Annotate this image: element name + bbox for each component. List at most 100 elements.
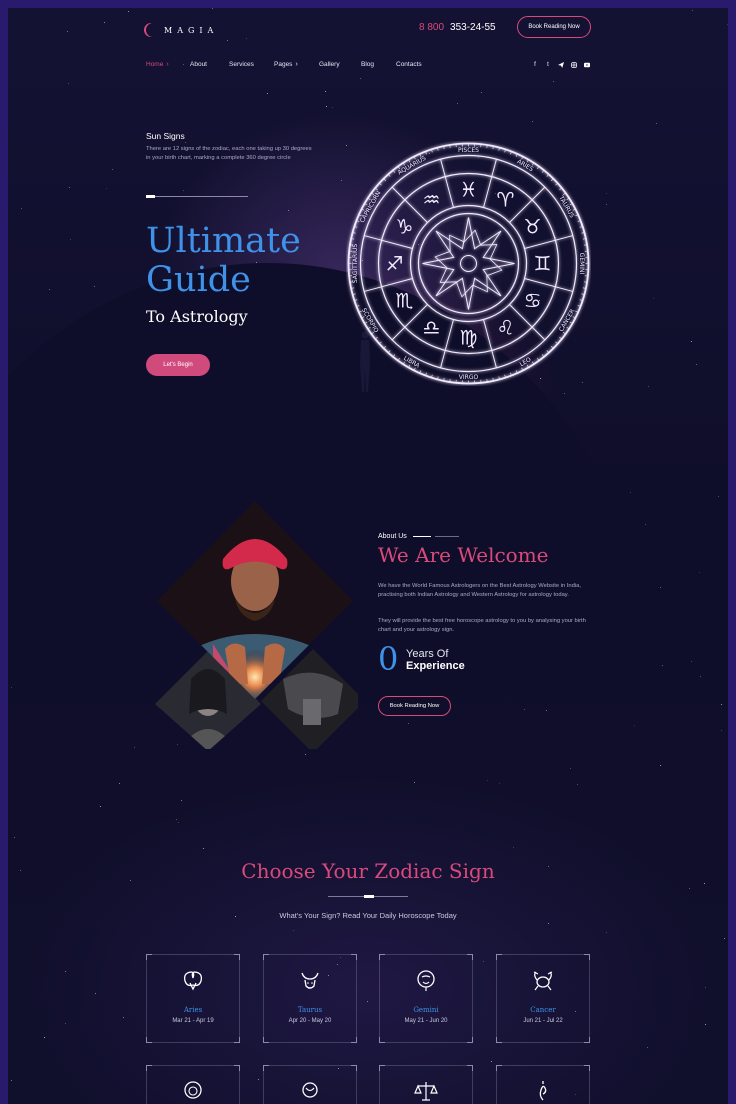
book-reading-button-about[interactable]: Book Reading Now [378,696,451,716]
card-edge [502,1065,584,1066]
telegram-icon[interactable] [558,61,564,69]
star [548,923,550,925]
nav-item-blog[interactable]: Blog [361,61,396,68]
card-edge [152,1042,234,1043]
star [646,1046,648,1048]
star [44,1037,46,1039]
zodiac-wheel: ♓ ♈♉♊♋♌♍♎♏♐♑♒PISCESARIESTAURUSGEMINICANCE… [347,142,590,385]
star [234,916,236,918]
nav-label: Home [146,61,164,68]
wheel-divider [483,159,497,208]
page-frame: MAGIA 8 800 353-24-55 Book Reading Now Ho… [8,8,728,1104]
wheel-sign-label: PISCES [458,147,479,154]
years-label-2: Experience [406,660,465,672]
zodiac-glyph-icon: ♎ [423,316,441,340]
hero-title: Ultimate Guide [146,222,301,300]
card-edge [356,1071,357,1104]
hero-divider [146,195,248,198]
card-corner [351,1037,357,1043]
zodiac-card[interactable]: Gemini May 21 - Jun 20 [379,954,473,1043]
zodiac-glyph-icon: ♒ [423,187,441,211]
twitter-icon[interactable]: t [545,61,551,69]
nav-item-home[interactable]: Home › [146,61,190,68]
card-edge [146,960,147,1037]
nav-item-pages[interactable]: Pages › [274,61,319,68]
star [106,188,108,190]
star [630,491,631,493]
star [647,385,649,387]
card-edge [379,1071,380,1104]
nav-label: Pages [274,61,293,68]
zodiac-glyph-icon: ♏ [395,289,413,313]
star [10,687,12,689]
star [717,496,719,498]
card-edge [502,954,584,955]
scorpion-icon [529,1078,557,1104]
lets-begin-button[interactable]: Let's Begin [146,354,210,376]
star [367,1001,369,1003]
star [490,1061,492,1063]
zodiac-section-title: Choose Your Zodiac Sign [241,859,495,883]
wheel-star [422,217,515,310]
star [111,169,113,171]
star [605,192,607,194]
star [99,806,101,808]
zodiac-card[interactable]: Taurus Apr 20 - May 20 [263,954,357,1043]
star [10,1080,12,1082]
moon-icon [146,23,160,37]
zodiac-card[interactable] [379,1065,473,1104]
nav-item-contacts[interactable]: Contacts [396,61,436,68]
star [698,571,700,573]
zodiac-glyph-icon: ♑ [395,215,413,239]
zodiac-card[interactable]: Cancer Jun 21 - Jul 22 [496,954,590,1043]
star [332,106,334,108]
zodiac-card[interactable] [263,1065,357,1104]
star [512,847,514,849]
youtube-icon[interactable] [584,61,590,69]
wheel-tick [383,178,386,181]
star [695,364,697,366]
star [705,1023,707,1025]
card-edge [385,1065,467,1066]
wheel-tick [387,174,391,177]
logo[interactable]: MAGIA [146,20,218,40]
star [64,971,66,973]
star [700,675,702,677]
phone-number[interactable]: 8 800 353-24-55 [419,22,496,33]
zodiac-card-dates: Mar 21 - Apr 19 [172,1018,214,1024]
facebook-icon[interactable]: f [532,61,538,69]
star [122,1016,124,1018]
book-reading-button[interactable]: Book Reading Now [517,16,591,38]
star [569,767,571,769]
about-paragraph-1: We have the World Famous Astrologers on … [378,583,581,598]
card-edge [269,1042,351,1043]
main-nav: Home › About Services Pages › Gallery Blog… [146,61,436,68]
wheel-center [460,255,477,272]
star [703,883,705,885]
hero-subtitle: To Astrology [146,307,248,326]
star [70,238,71,240]
zodiac-card[interactable] [146,1065,240,1104]
star [341,179,343,181]
logo-text: MAGIA [164,25,219,35]
wheel-tick [546,174,550,177]
star [325,106,327,107]
star [65,1023,67,1025]
crab-icon [529,967,557,993]
instagram-icon[interactable] [571,61,577,69]
wheel-tick [551,346,554,349]
sun-signs-title: Sun Signs [146,131,185,141]
nav-label: Services [229,61,254,68]
star [660,765,662,767]
nav-item-gallery[interactable]: Gallery [319,61,361,68]
years-label-1: Years Of [406,648,449,660]
zodiac-card[interactable]: Aries Mar 21 - Apr 19 [146,954,240,1043]
card-edge [263,1071,264,1104]
zodiac-divider [328,895,408,898]
zodiac-card[interactable] [496,1065,590,1104]
card-edge [472,1071,473,1104]
card-edge [496,1071,497,1104]
nav-item-about[interactable]: About [190,61,229,68]
nav-item-services[interactable]: Services [229,61,274,68]
zodiac-glyph-icon: ♉ [524,215,542,239]
